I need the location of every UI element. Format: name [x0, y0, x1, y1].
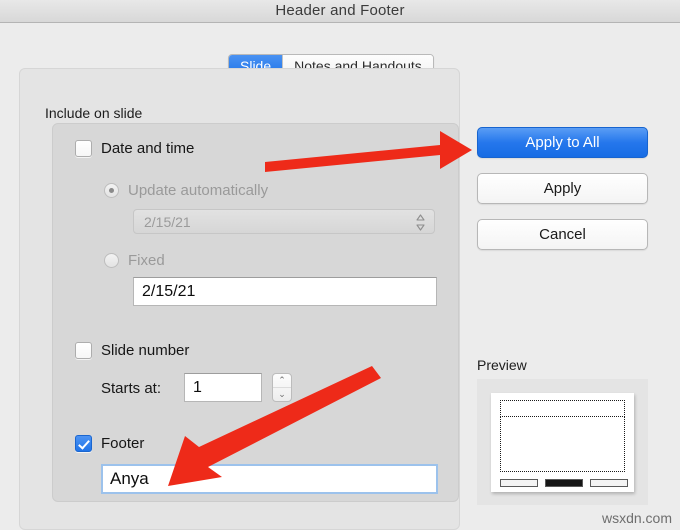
include-on-slide-label: Include on slide [45, 105, 143, 121]
starts-at-stepper[interactable]: ⌃ ⌄ [272, 373, 292, 402]
footer-text-value: Anya [110, 469, 149, 488]
fixed-date-input[interactable]: 2/15/21 [133, 277, 437, 306]
slide-date-placeholder [500, 479, 538, 487]
slide-title-placeholder [500, 400, 625, 417]
apply-to-all-button[interactable]: Apply to All [477, 127, 648, 158]
starts-at-input[interactable]: 1 [184, 373, 262, 402]
stepper-up-icon[interactable]: ⌃ [273, 374, 291, 388]
footer-row[interactable]: Footer [75, 435, 144, 452]
apply-button[interactable]: Apply [477, 173, 648, 204]
footer-label: Footer [101, 435, 145, 452]
update-automatically-row[interactable]: Update automatically [104, 182, 268, 199]
watermark: wsxdn.com [601, 510, 672, 526]
window-title: Header and Footer [275, 2, 405, 19]
slide-body-placeholder [500, 416, 625, 472]
slide-number-label: Slide number [101, 342, 190, 359]
date-and-time-label: Date and time [101, 140, 195, 157]
starts-at-label: Starts at: [101, 380, 162, 397]
slide-number-checkbox[interactable] [75, 342, 92, 359]
slide-footer-placeholder [545, 479, 583, 487]
fixed-label: Fixed [128, 252, 165, 269]
cancel-button[interactable]: Cancel [477, 219, 648, 250]
footer-text-input[interactable]: Anya [101, 464, 438, 494]
update-automatically-label: Update automatically [128, 182, 269, 199]
starts-at-value: 1 [193, 378, 202, 396]
stepper-down-icon[interactable]: ⌄ [273, 388, 291, 401]
fixed-row[interactable]: Fixed [104, 252, 165, 269]
preview-area [477, 379, 648, 505]
slide-number-placeholder [590, 479, 628, 487]
slide-thumbnail [491, 393, 634, 492]
preview-label: Preview [477, 357, 527, 373]
date-format-select[interactable]: 2/15/21 [133, 209, 435, 234]
update-automatically-radio[interactable] [104, 183, 119, 198]
date-and-time-checkbox[interactable] [75, 140, 92, 157]
chevron-up-down-icon [416, 214, 425, 231]
slide-number-row[interactable]: Slide number [75, 342, 189, 359]
fixed-date-value: 2/15/21 [142, 282, 196, 300]
date-and-time-row[interactable]: Date and time [75, 140, 194, 157]
fixed-radio[interactable] [104, 253, 119, 268]
footer-checkbox[interactable] [75, 435, 92, 452]
date-format-value: 2/15/21 [144, 214, 191, 230]
